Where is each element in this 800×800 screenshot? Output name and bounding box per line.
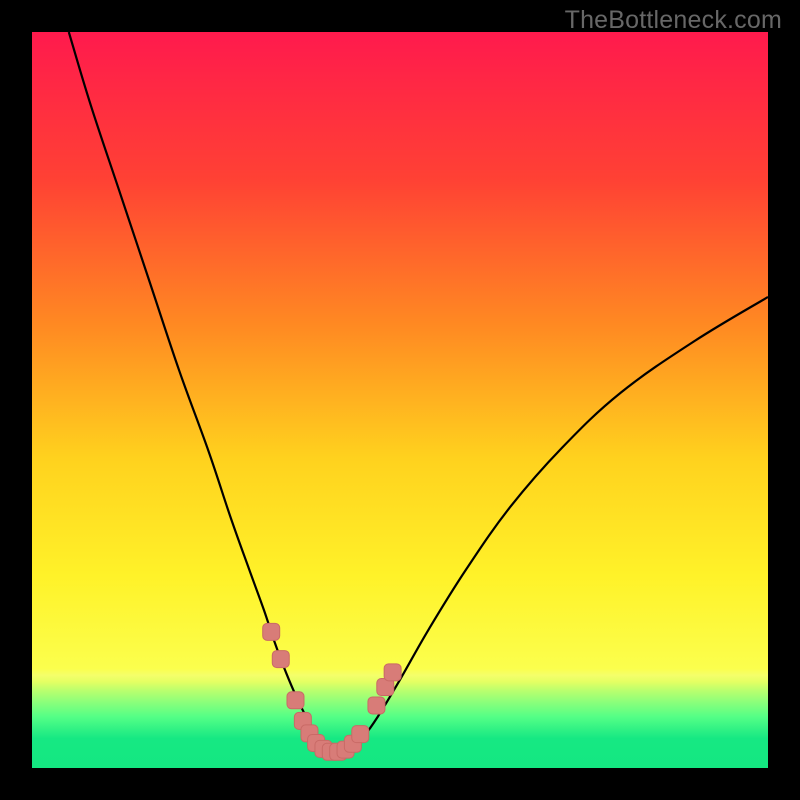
bottleneck-marker (287, 692, 304, 709)
chart-frame: TheBottleneck.com (0, 0, 800, 800)
watermark-text: TheBottleneck.com (565, 6, 782, 35)
bottleneck-marker (272, 651, 289, 668)
bottleneck-marker (368, 697, 385, 714)
bottleneck-marker (263, 623, 280, 640)
bottleneck-chart (0, 0, 800, 800)
bottleneck-marker (352, 726, 369, 743)
plot-background (32, 32, 768, 768)
bottleneck-marker (384, 664, 401, 681)
